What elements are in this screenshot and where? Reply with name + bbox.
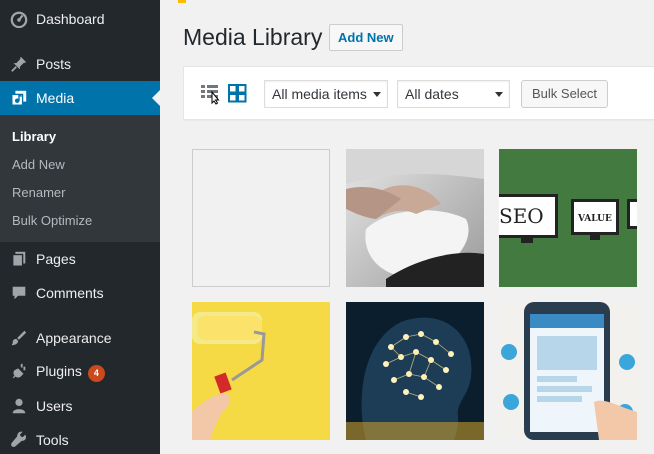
pages-icon — [12, 251, 26, 267]
admin-sidebar: Dashboard Posts Media Library Add New Re… — [0, 0, 160, 454]
media-item-blank-image[interactable] — [192, 149, 330, 287]
media-type-filter[interactable]: All media items — [264, 80, 388, 108]
chevron-down-icon — [373, 92, 381, 97]
chevron-down-icon — [495, 92, 503, 97]
brush-icon — [11, 330, 27, 346]
sidebar-item-label: Media — [36, 90, 75, 106]
wrench-icon — [11, 431, 27, 447]
sidebar-item-label: Posts — [36, 56, 72, 72]
sidebar-item-tools[interactable]: Tools — [0, 423, 160, 454]
submenu-item-library[interactable]: Library — [12, 129, 56, 144]
page-title: Media Library — [183, 24, 323, 50]
sidebar-item-label: Users — [36, 398, 73, 414]
media-item-digital-brain-head[interactable] — [346, 302, 484, 440]
media-item-mobile-phone-illustration[interactable] — [499, 302, 637, 440]
sidebar-item-label: Comments — [36, 285, 104, 301]
bulk-select-button[interactable]: Bulk Select — [521, 80, 609, 108]
seo-text: SEO — [499, 204, 544, 228]
sidebar-item-posts[interactable]: Posts — [0, 47, 160, 81]
dashboard-icon — [10, 11, 28, 28]
notice-accent — [178, 0, 186, 3]
user-icon — [12, 398, 26, 414]
sidebar-item-plugins[interactable]: Plugins 4 — [0, 355, 160, 389]
media-item-hand-on-mouse-photo[interactable] — [346, 149, 484, 287]
media-item-seo-value-monitors[interactable]: SEO VALUE — [499, 149, 637, 287]
value-text: VALUE — [577, 214, 612, 224]
sidebar-item-label: Pages — [36, 251, 76, 267]
sidebar-item-comments[interactable]: Comments — [0, 276, 160, 310]
sidebar-item-media[interactable]: Media — [0, 81, 160, 115]
media-item-paint-roller-yellow-wall[interactable] — [192, 302, 330, 440]
comment-icon — [12, 286, 26, 300]
plug-icon — [12, 363, 26, 379]
add-new-button[interactable]: Add New — [329, 24, 403, 51]
grid-view-icon — [228, 84, 247, 103]
sidebar-item-label: Plugins 4 — [36, 363, 105, 382]
submenu-item-renamer[interactable]: Renamer — [12, 185, 65, 200]
submenu-item-add-new[interactable]: Add New — [12, 157, 65, 172]
submenu-item-bulk-optimize[interactable]: Bulk Optimize — [12, 213, 92, 228]
media-toolbar: All media items All dates Bulk Select — [183, 66, 654, 120]
sidebar-item-appearance[interactable]: Appearance — [0, 321, 160, 355]
media-type-filter-value: All media items — [272, 86, 367, 102]
grid-view-button[interactable] — [227, 83, 249, 105]
sidebar-item-label: Appearance — [36, 330, 112, 346]
sidebar-item-dashboard[interactable]: Dashboard — [0, 2, 160, 36]
sidebar-item-users[interactable]: Users — [0, 389, 160, 423]
list-view-icon — [201, 85, 220, 105]
sidebar-item-label: Dashboard — [36, 11, 105, 27]
update-count-badge: 4 — [87, 364, 105, 382]
sidebar-item-pages[interactable]: Pages — [0, 242, 160, 276]
date-filter[interactable]: All dates — [397, 80, 510, 108]
pin-icon — [11, 56, 27, 72]
sidebar-item-label: Tools — [36, 432, 69, 448]
list-view-button[interactable] — [200, 83, 222, 105]
media-icon — [11, 90, 27, 106]
date-filter-value: All dates — [405, 86, 459, 102]
media-submenu: Library Add New Renamer Bulk Optimize — [0, 115, 160, 242]
